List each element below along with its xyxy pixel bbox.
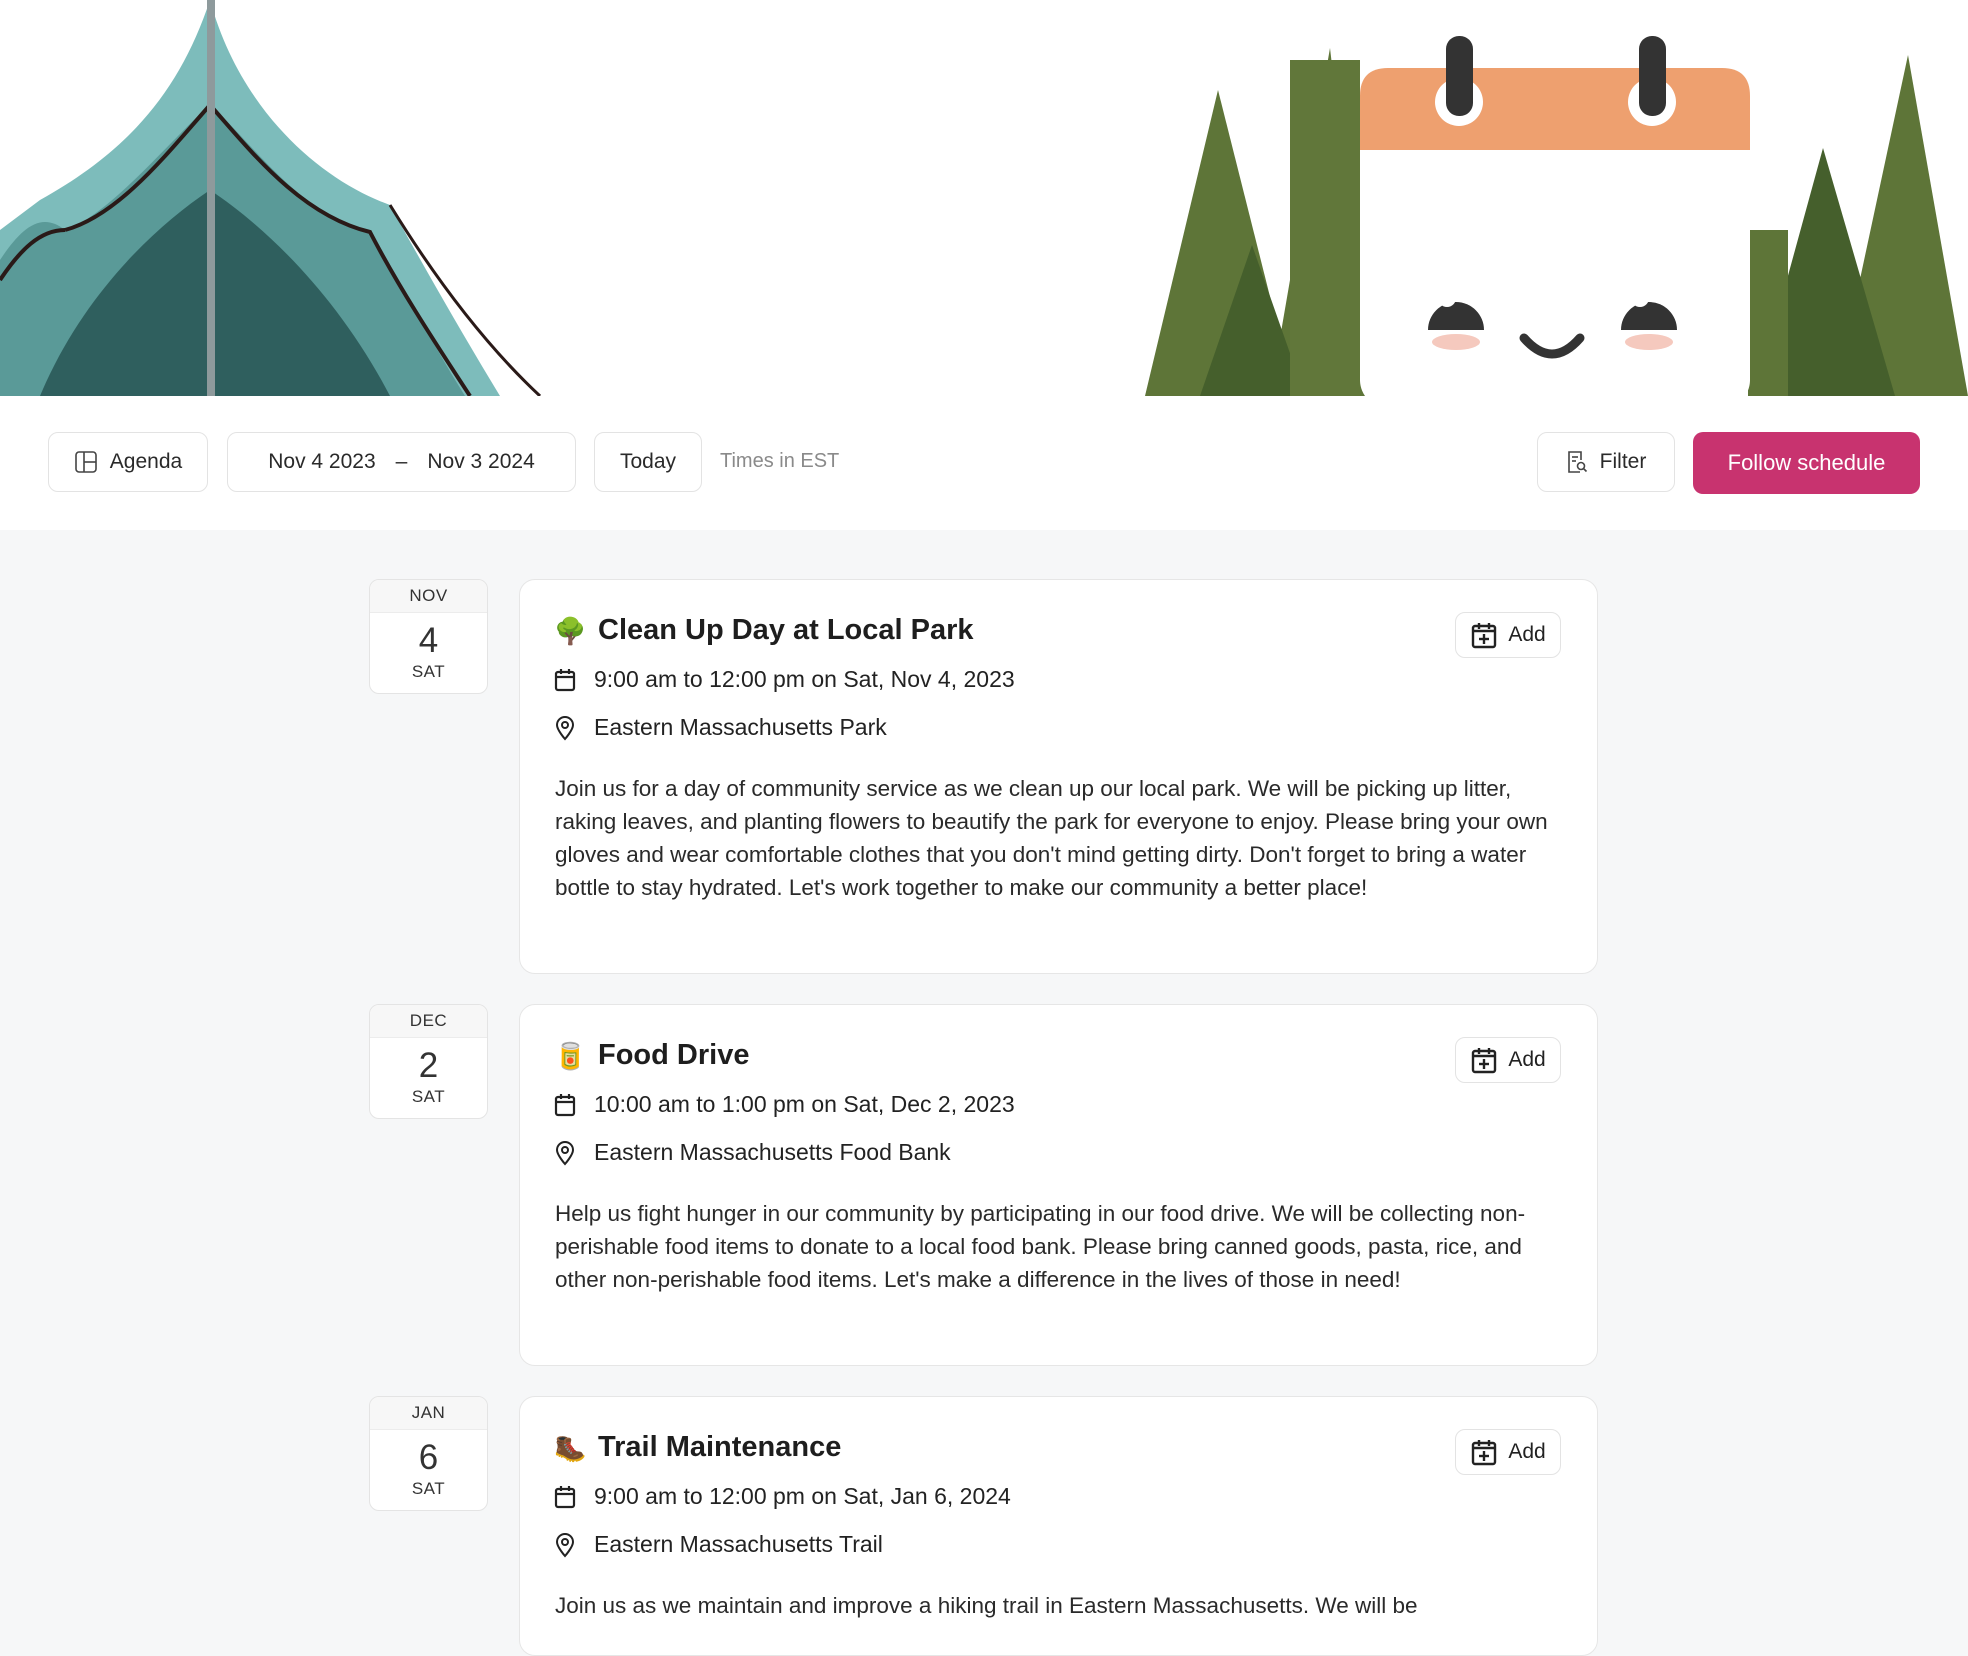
event-description: Join us for a day of community service a… (555, 776, 1548, 900)
event-weekday: SAT (411, 662, 446, 681)
event-location[interactable]: Eastern Massachusetts Food Bank (594, 1139, 951, 1166)
event-time: 10:00 am to 1:00 pm on Sat, Dec 2, 2023 (594, 1091, 1015, 1117)
layout-icon (74, 451, 97, 473)
calendar-plus-icon (1472, 1440, 1497, 1466)
event-card: 🌳 Clean Up Day at Local Park Add 9:00 am… (519, 579, 1598, 974)
event-location[interactable]: Eastern Massachusetts Park (594, 714, 887, 741)
date-range-picker[interactable]: Nov 4 2023 – Nov 3 2024 (227, 432, 576, 492)
hero-banner (0, 0, 1968, 396)
event-month: DEC (370, 1005, 487, 1038)
calendar-icon (554, 668, 576, 691)
location-pin-icon (555, 715, 575, 741)
event-date-badge: NOV 4 SAT (369, 579, 488, 694)
event-time-row: 9:00 am to 12:00 pm on Sat, Jan 6, 2024 (554, 1483, 1011, 1510)
event-weekday: SAT (411, 1087, 446, 1106)
event-title[interactable]: Food Drive (598, 1039, 749, 1072)
event-weekday: SAT (411, 1479, 446, 1498)
event-month: NOV (370, 580, 487, 613)
event-location-row: Eastern Massachusetts Park (554, 714, 887, 741)
add-label: Add (1508, 1440, 1546, 1463)
canned-food-emoji-icon: 🥫 (554, 1041, 587, 1071)
event-card: 🥾 Trail Maintenance Add 9:00 am to 12:00… (519, 1396, 1598, 1656)
location-pin-icon (555, 1532, 575, 1558)
tent-illustration (0, 0, 542, 396)
event-month: JAN (370, 1397, 487, 1430)
filter-label: Filter (1599, 450, 1647, 473)
event-description: Join us as we maintain and improve a hik… (555, 1593, 1418, 1618)
filter-document-icon (1567, 451, 1587, 473)
event-title[interactable]: Clean Up Day at Local Park (598, 614, 974, 647)
event-time-row: 9:00 am to 12:00 pm on Sat, Nov 4, 2023 (554, 666, 1015, 693)
event-title[interactable]: Trail Maintenance (598, 1431, 841, 1464)
range-end-date: Nov 3 2024 (427, 450, 535, 473)
calendar-plus-icon (1472, 1048, 1497, 1074)
location-pin-icon (555, 1140, 575, 1166)
add-label: Add (1508, 623, 1546, 646)
today-button[interactable]: Today (594, 432, 702, 492)
event-description: Help us fight hunger in our community by… (555, 1201, 1526, 1292)
smiling-calendar-illustration (1360, 36, 1750, 396)
event-date-badge: DEC 2 SAT (369, 1004, 488, 1119)
follow-schedule-button[interactable]: Follow schedule (1693, 432, 1920, 494)
event-day: 2 (418, 1046, 439, 1085)
event-location[interactable]: Eastern Massachusetts Trail (594, 1531, 883, 1558)
timezone-note: Times in EST (720, 450, 840, 472)
event-card: 🥫 Food Drive Add 10:00 am to 1:00 pm on … (519, 1004, 1598, 1366)
filter-button[interactable]: Filter (1537, 432, 1675, 492)
follow-schedule-label: Follow schedule (1727, 450, 1886, 475)
event-time: 9:00 am to 12:00 pm on Sat, Jan 6, 2024 (594, 1483, 1011, 1509)
hiking-boot-emoji-icon: 🥾 (554, 1433, 587, 1463)
pine-trees-left (1145, 48, 1370, 396)
event-day: 6 (418, 1438, 439, 1477)
range-separator: – (395, 450, 408, 473)
range-start-date: Nov 4 2023 (268, 450, 376, 473)
event-location-row: Eastern Massachusetts Food Bank (554, 1139, 951, 1166)
calendar-plus-icon (1472, 623, 1497, 649)
add-label: Add (1508, 1048, 1546, 1071)
schedule-toolbar: Agenda Nov 4 2023 – Nov 3 2024 Today Tim… (0, 396, 1968, 530)
pine-trees-right (1748, 55, 1968, 396)
add-to-calendar-button[interactable]: Add (1455, 1037, 1561, 1083)
agenda-view-label: Agenda (109, 450, 183, 473)
event-location-row: Eastern Massachusetts Trail (554, 1531, 883, 1558)
event-time-row: 10:00 am to 1:00 pm on Sat, Dec 2, 2023 (554, 1091, 1015, 1118)
event-day: 4 (418, 621, 439, 660)
agenda-view-button[interactable]: Agenda (48, 432, 208, 492)
event-date-badge: JAN 6 SAT (369, 1396, 488, 1511)
calendar-icon (554, 1485, 576, 1508)
add-to-calendar-button[interactable]: Add (1455, 612, 1561, 658)
event-time: 9:00 am to 12:00 pm on Sat, Nov 4, 2023 (594, 666, 1015, 692)
tree-emoji-icon: 🌳 (554, 616, 587, 646)
today-label: Today (619, 450, 677, 473)
add-to-calendar-button[interactable]: Add (1455, 1429, 1561, 1475)
hero-illustration (0, 0, 1968, 396)
calendar-icon (554, 1093, 576, 1116)
